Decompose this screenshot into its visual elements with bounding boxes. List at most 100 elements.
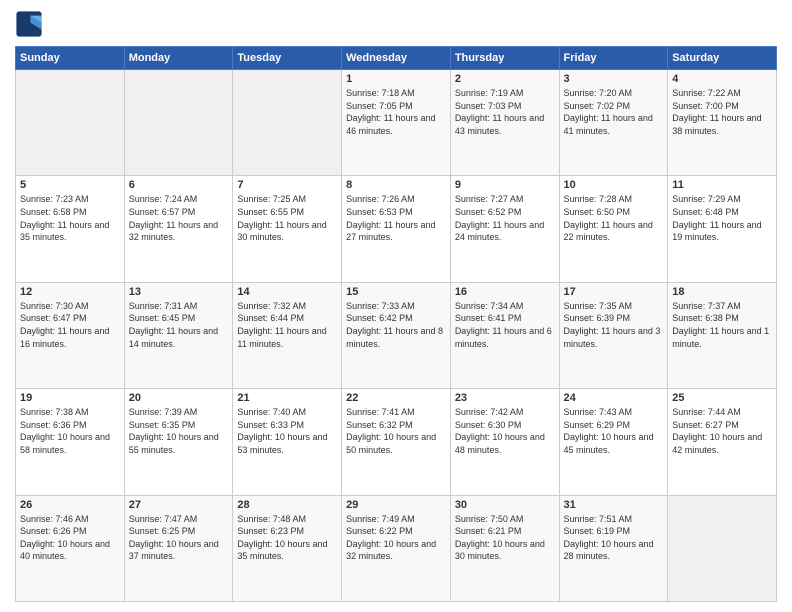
day-number: 18 — [672, 286, 772, 298]
cell-content: Sunrise: 7:28 AMSunset: 6:50 PMDaylight:… — [564, 194, 653, 242]
day-cell: 13 Sunrise: 7:31 AMSunset: 6:45 PMDayligh… — [124, 282, 233, 388]
day-cell: 30 Sunrise: 7:50 AMSunset: 6:21 PMDayligh… — [450, 495, 559, 601]
day-number: 27 — [129, 499, 229, 511]
day-cell: 5 Sunrise: 7:23 AMSunset: 6:58 PMDaylight… — [16, 176, 125, 282]
day-number: 31 — [564, 499, 664, 511]
cell-content: Sunrise: 7:49 AMSunset: 6:22 PMDaylight:… — [346, 514, 436, 562]
cell-content: Sunrise: 7:41 AMSunset: 6:32 PMDaylight:… — [346, 407, 436, 455]
day-number: 23 — [455, 392, 555, 404]
day-cell: 7 Sunrise: 7:25 AMSunset: 6:55 PMDaylight… — [233, 176, 342, 282]
week-row-3: 12Sunrise: 7:30 AMSunset: 6:47 PMDayligh… — [16, 282, 777, 388]
cell-content: Sunrise: 7:43 AMSunset: 6:29 PMDaylight:… — [564, 407, 654, 455]
day-number: 13 — [129, 286, 229, 298]
day-number: 5 — [20, 179, 120, 191]
day-number: 20 — [129, 392, 229, 404]
header-cell-tuesday: Tuesday — [233, 47, 342, 70]
day-cell: 2 Sunrise: 7:19 AMSunset: 7:03 PMDaylight… — [450, 70, 559, 176]
cell-content: Sunrise: 7:51 AMSunset: 6:19 PMDaylight:… — [564, 514, 654, 562]
day-number: 25 — [672, 392, 772, 404]
day-number: 26 — [20, 499, 120, 511]
calendar-table: SundayMondayTuesdayWednesdayThursdayFrid… — [15, 46, 777, 602]
day-cell — [16, 70, 125, 176]
header-cell-friday: Friday — [559, 47, 668, 70]
cell-content: Sunrise: 7:35 AMSunset: 6:39 PMDaylight:… — [564, 301, 661, 349]
day-number: 4 — [672, 73, 772, 85]
day-cell: 11 Sunrise: 7:29 AMSunset: 6:48 PMDayligh… — [668, 176, 777, 282]
header-cell-monday: Monday — [124, 47, 233, 70]
day-cell — [233, 70, 342, 176]
header-cell-thursday: Thursday — [450, 47, 559, 70]
day-cell: 4 Sunrise: 7:22 AMSunset: 7:00 PMDaylight… — [668, 70, 777, 176]
cell-content: Sunrise: 7:26 AMSunset: 6:53 PMDaylight:… — [346, 194, 435, 242]
day-number: 30 — [455, 499, 555, 511]
day-cell: 28Sunrise: 7:48 AMSunset: 6:23 PMDayligh… — [233, 495, 342, 601]
header-cell-sunday: Sunday — [16, 47, 125, 70]
cell-content: Sunrise: 7:29 AMSunset: 6:48 PMDaylight:… — [672, 194, 761, 242]
week-row-1: 1Sunrise: 7:18 AMSunset: 7:05 PMDaylight… — [16, 70, 777, 176]
week-row-5: 26 Sunrise: 7:46 AMSunset: 6:26 PMDayligh… — [16, 495, 777, 601]
day-cell: 31 Sunrise: 7:51 AMSunset: 6:19 PMDayligh… — [559, 495, 668, 601]
day-cell: 15Sunrise: 7:33 AMSunset: 6:42 PMDayligh… — [342, 282, 451, 388]
day-cell: 16Sunrise: 7:34 AMSunset: 6:41 PMDayligh… — [450, 282, 559, 388]
cell-content: Sunrise: 7:19 AMSunset: 7:03 PMDaylight:… — [455, 88, 544, 136]
cell-content: Sunrise: 7:39 AMSunset: 6:35 PMDaylight:… — [129, 407, 219, 455]
day-cell — [668, 495, 777, 601]
day-number: 9 — [455, 179, 555, 191]
day-number: 22 — [346, 392, 446, 404]
day-cell: 23 Sunrise: 7:42 AMSunset: 6:30 PMDayligh… — [450, 389, 559, 495]
cell-content: Sunrise: 7:34 AMSunset: 6:41 PMDaylight:… — [455, 301, 552, 349]
cell-content: Sunrise: 7:31 AMSunset: 6:45 PMDaylight:… — [129, 301, 218, 349]
cell-content: Sunrise: 7:42 AMSunset: 6:30 PMDaylight:… — [455, 407, 545, 455]
day-number: 14 — [237, 286, 337, 298]
header-row: SundayMondayTuesdayWednesdayThursdayFrid… — [16, 47, 777, 70]
cell-content: Sunrise: 7:33 AMSunset: 6:42 PMDaylight:… — [346, 301, 443, 349]
day-cell: 24Sunrise: 7:43 AMSunset: 6:29 PMDayligh… — [559, 389, 668, 495]
calendar-header: SundayMondayTuesdayWednesdayThursdayFrid… — [16, 47, 777, 70]
cell-content: Sunrise: 7:27 AMSunset: 6:52 PMDaylight:… — [455, 194, 544, 242]
day-number: 29 — [346, 499, 446, 511]
day-cell: 18 Sunrise: 7:37 AMSunset: 6:38 PMDayligh… — [668, 282, 777, 388]
cell-content: Sunrise: 7:22 AMSunset: 7:00 PMDaylight:… — [672, 88, 761, 136]
day-number: 21 — [237, 392, 337, 404]
cell-content: Sunrise: 7:23 AMSunset: 6:58 PMDaylight:… — [20, 194, 109, 242]
calendar-body: 1Sunrise: 7:18 AMSunset: 7:05 PMDaylight… — [16, 70, 777, 602]
day-number: 28 — [237, 499, 337, 511]
day-cell: 1Sunrise: 7:18 AMSunset: 7:05 PMDaylight… — [342, 70, 451, 176]
header-cell-wednesday: Wednesday — [342, 47, 451, 70]
day-cell: 3Sunrise: 7:20 AMSunset: 7:02 PMDaylight… — [559, 70, 668, 176]
cell-content: Sunrise: 7:25 AMSunset: 6:55 PMDaylight:… — [237, 194, 326, 242]
day-number: 8 — [346, 179, 446, 191]
day-cell: 26 Sunrise: 7:46 AMSunset: 6:26 PMDayligh… — [16, 495, 125, 601]
day-cell: 10 Sunrise: 7:28 AMSunset: 6:50 PMDayligh… — [559, 176, 668, 282]
cell-content: Sunrise: 7:32 AMSunset: 6:44 PMDaylight:… — [237, 301, 326, 349]
cell-content: Sunrise: 7:24 AMSunset: 6:57 PMDaylight:… — [129, 194, 218, 242]
day-number: 17 — [564, 286, 664, 298]
day-number: 6 — [129, 179, 229, 191]
day-number: 7 — [237, 179, 337, 191]
header — [15, 10, 777, 38]
cell-content: Sunrise: 7:37 AMSunset: 6:38 PMDaylight:… — [672, 301, 769, 349]
day-cell: 6 Sunrise: 7:24 AMSunset: 6:57 PMDaylight… — [124, 176, 233, 282]
day-cell: 12Sunrise: 7:30 AMSunset: 6:47 PMDayligh… — [16, 282, 125, 388]
day-cell: 14 Sunrise: 7:32 AMSunset: 6:44 PMDayligh… — [233, 282, 342, 388]
cell-content: Sunrise: 7:30 AMSunset: 6:47 PMDaylight:… — [20, 301, 109, 349]
day-number: 19 — [20, 392, 120, 404]
cell-content: Sunrise: 7:46 AMSunset: 6:26 PMDaylight:… — [20, 514, 110, 562]
day-cell: 25Sunrise: 7:44 AMSunset: 6:27 PMDayligh… — [668, 389, 777, 495]
day-cell: 8 Sunrise: 7:26 AMSunset: 6:53 PMDaylight… — [342, 176, 451, 282]
cell-content: Sunrise: 7:40 AMSunset: 6:33 PMDaylight:… — [237, 407, 327, 455]
day-cell: 22 Sunrise: 7:41 AMSunset: 6:32 PMDayligh… — [342, 389, 451, 495]
day-cell: 20 Sunrise: 7:39 AMSunset: 6:35 PMDayligh… — [124, 389, 233, 495]
cell-content: Sunrise: 7:50 AMSunset: 6:21 PMDaylight:… — [455, 514, 545, 562]
cell-content: Sunrise: 7:38 AMSunset: 6:36 PMDaylight:… — [20, 407, 110, 455]
day-number: 11 — [672, 179, 772, 191]
day-cell: 9 Sunrise: 7:27 AMSunset: 6:52 PMDaylight… — [450, 176, 559, 282]
day-number: 10 — [564, 179, 664, 191]
day-number: 2 — [455, 73, 555, 85]
cell-content: Sunrise: 7:20 AMSunset: 7:02 PMDaylight:… — [564, 88, 653, 136]
cell-content: Sunrise: 7:47 AMSunset: 6:25 PMDaylight:… — [129, 514, 219, 562]
day-cell: 29 Sunrise: 7:49 AMSunset: 6:22 PMDayligh… — [342, 495, 451, 601]
cell-content: Sunrise: 7:18 AMSunset: 7:05 PMDaylight:… — [346, 88, 435, 136]
day-cell — [124, 70, 233, 176]
day-cell: 27 Sunrise: 7:47 AMSunset: 6:25 PMDayligh… — [124, 495, 233, 601]
